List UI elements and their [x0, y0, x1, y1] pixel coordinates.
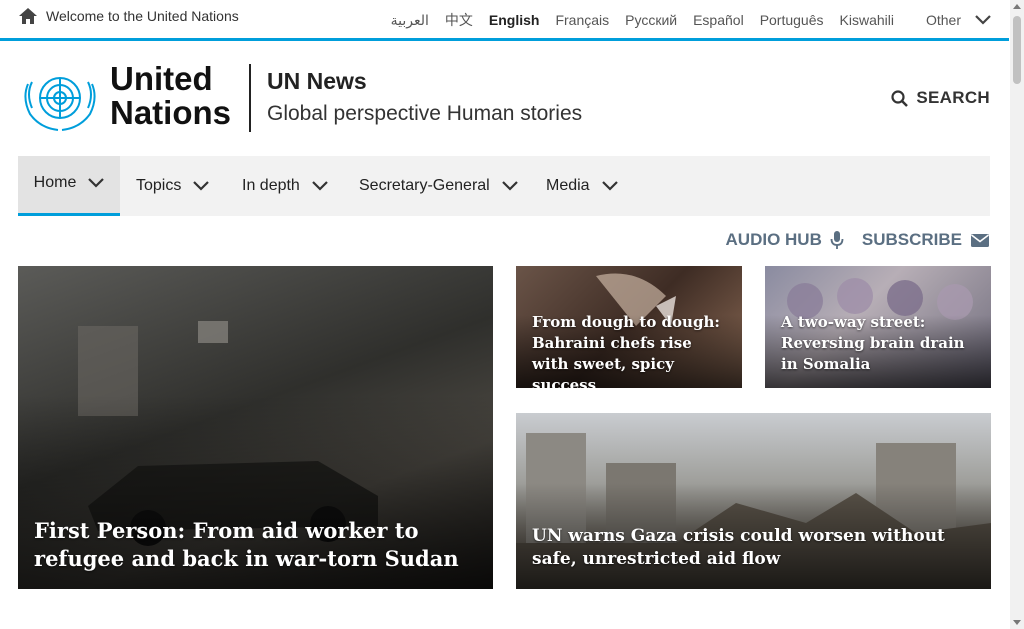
search-icon [891, 89, 909, 107]
language-selector: العربية 中文 English Français Русский Espa… [375, 10, 991, 30]
lang-portuguese[interactable]: Português [760, 12, 824, 28]
nav-item-home[interactable]: Home [18, 156, 120, 216]
subscribe-label: SUBSCRIBE [861, 230, 962, 249]
lang-other-label: Other [925, 12, 961, 28]
story-card-featured[interactable]: First Person: From aid worker to refugee… [18, 266, 493, 589]
chevron-down-icon [501, 181, 518, 191]
un-logo-wordmark[interactable]: United Nations [110, 62, 231, 130]
lang-spanish[interactable]: Español [693, 12, 744, 28]
nav-item-media[interactable]: Media [546, 156, 618, 216]
logo-line2: Nations [110, 94, 232, 131]
story-card[interactable]: A two-way street: Reversing brain drain … [765, 266, 991, 388]
lang-other-dropdown[interactable]: Other [910, 12, 991, 28]
home-icon [19, 8, 37, 24]
audio-hub-link[interactable]: AUDIO HUB [726, 230, 844, 250]
envelope-icon [971, 233, 989, 247]
site-title[interactable]: UN News [267, 68, 367, 95]
scroll-down-arrow-icon[interactable] [1013, 620, 1021, 625]
chevron-down-icon [88, 177, 105, 188]
lang-arabic[interactable]: العربية [391, 12, 429, 29]
story-headline[interactable]: A two-way street: Reversing brain drain … [781, 312, 979, 375]
chevron-down-icon [601, 181, 618, 191]
lang-french[interactable]: Français [555, 12, 609, 28]
site-header: United Nations UN News Global perspectiv… [18, 62, 990, 134]
chevron-down-icon [975, 15, 991, 25]
top-bar: Welcome to the United Nations العربية 中文… [0, 0, 1009, 41]
nav-item-label: Secretary-General [359, 177, 490, 194]
nav-item-label: Topics [136, 177, 182, 194]
nav-item-topics[interactable]: Topics [136, 156, 210, 216]
lang-english[interactable]: English [489, 12, 540, 28]
nav-item-label: Media [546, 177, 590, 194]
nav-item-secretary-general[interactable]: Secretary-General [359, 156, 518, 216]
search-label: SEARCH [916, 88, 990, 107]
scrollbar-thumb[interactable] [1013, 16, 1021, 84]
story-card[interactable]: From dough to dough: Bahraini chefs rise… [516, 266, 742, 388]
welcome-text: Welcome to the United Nations [46, 8, 239, 24]
logo-divider [249, 64, 251, 132]
un-emblem-icon[interactable] [18, 64, 102, 132]
main-nav: Home Topics In depth Secretary-General M… [18, 156, 990, 216]
lang-chinese[interactable]: 中文 [445, 10, 473, 30]
nav-item-in-depth[interactable]: In depth [242, 156, 328, 216]
logo-line1: United [110, 60, 213, 97]
search-button[interactable]: SEARCH [891, 88, 990, 108]
lang-russian[interactable]: Русский [625, 12, 677, 28]
story-card[interactable]: UN warns Gaza crisis could worsen withou… [516, 413, 991, 589]
site-tagline: Global perspective Human stories [267, 102, 583, 125]
page-scrollbar[interactable] [1010, 0, 1024, 629]
story-headline[interactable]: First Person: From aid worker to refugee… [34, 517, 473, 573]
utility-links: AUDIO HUB SUBSCRIBE [708, 230, 990, 250]
lang-kiswahili[interactable]: Kiswahili [840, 12, 894, 28]
audio-hub-label: AUDIO HUB [725, 230, 822, 249]
nav-item-label: In depth [242, 177, 300, 194]
chevron-down-icon [312, 181, 328, 191]
story-headline[interactable]: From dough to dough: Bahraini chefs rise… [532, 312, 730, 388]
subscribe-link[interactable]: SUBSCRIBE [862, 230, 990, 250]
microphone-icon [830, 231, 844, 249]
story-headline[interactable]: UN warns Gaza crisis could worsen withou… [532, 525, 975, 571]
nav-item-label: Home [33, 173, 77, 191]
welcome-link[interactable]: Welcome to the United Nations [18, 7, 239, 25]
chevron-down-icon [193, 181, 210, 191]
scroll-up-arrow-icon[interactable] [1013, 4, 1021, 9]
